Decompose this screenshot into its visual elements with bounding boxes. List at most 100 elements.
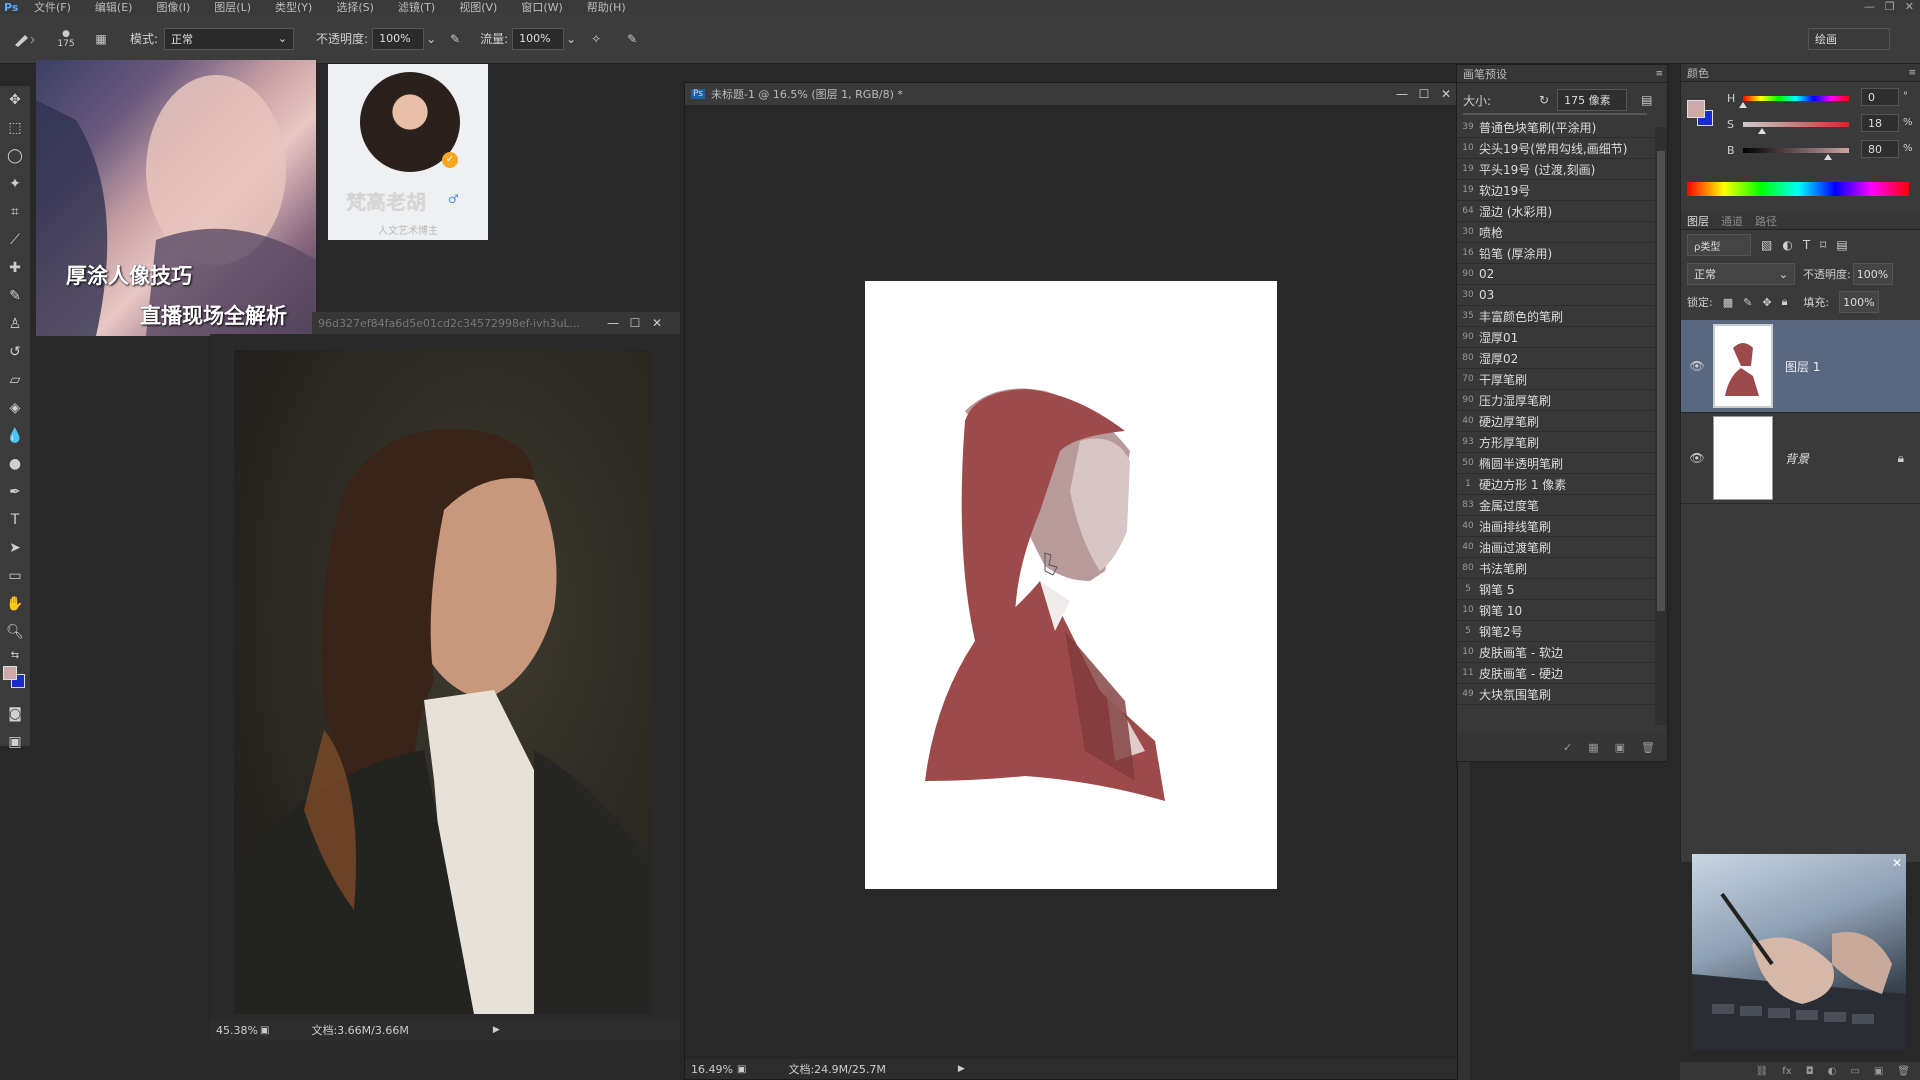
menu-file[interactable]: 文件(F) — [22, 0, 83, 15]
brush-preset-item[interactable]: 80 湿厚02 — [1457, 348, 1667, 369]
eraser-tool-icon[interactable]: ▱ — [0, 366, 30, 394]
brush-preset-item[interactable]: 50 椭圆半透明笔刷 — [1457, 453, 1667, 474]
minimize-app-icon[interactable]: — — [1864, 0, 1875, 13]
brush-preset-item[interactable]: 10 尖头19号(常用勾线,画细节) — [1457, 138, 1667, 159]
brush-preset-item[interactable]: 64 湿边 (水彩用) — [1457, 201, 1667, 222]
hsb-b-input[interactable]: 80 — [1861, 140, 1899, 158]
hsb-h-slider[interactable] — [1739, 96, 1849, 108]
brush-preset-item[interactable]: 40 硬边厚笔刷 — [1457, 411, 1667, 432]
magic-wand-tool-icon[interactable]: ✦ — [0, 170, 30, 198]
menu-view[interactable]: 视图(V) — [447, 0, 509, 15]
canvas-status-icon[interactable]: ▣ — [737, 1064, 746, 1075]
brush-preset-item[interactable]: 40 油画过渡笔刷 — [1457, 537, 1667, 558]
airbrush-icon[interactable]: ✧ — [578, 26, 614, 52]
layer-kind-select[interactable]: ρ类型 — [1687, 234, 1751, 256]
paint-bucket-tool-icon[interactable]: ◈ — [0, 394, 30, 422]
hsb-s-slider[interactable] — [1743, 122, 1849, 134]
canvas-maximize-icon[interactable]: ☐ — [1413, 83, 1435, 105]
flow-input[interactable]: 100% — [512, 27, 565, 50]
foreground-color-swatch[interactable] — [3, 666, 17, 680]
delete-layer-icon[interactable]: 🗑︎ — [1897, 1066, 1910, 1077]
filter-pixel-icon[interactable]: ▧ — [1761, 238, 1772, 252]
filter-shape-icon[interactable]: ⌑ — [1820, 238, 1826, 252]
layer-row-background[interactable]: 👁︎ 背景 🔒︎ — [1681, 412, 1920, 504]
lock-position-icon[interactable]: ✥ — [1762, 296, 1771, 309]
workspace-select[interactable]: 绘画 — [1808, 28, 1890, 50]
brush-preset-item[interactable]: 19 平头19号 (过渡,刻画) — [1457, 159, 1667, 180]
hsb-s-input[interactable]: 18 — [1861, 114, 1899, 132]
brush-size-input[interactable]: 175 像素 — [1557, 89, 1628, 111]
ref-status-arrow-icon[interactable]: ▶ — [493, 1025, 500, 1035]
brush-preset-item[interactable]: 16 铅笔 (厚涂用) — [1457, 243, 1667, 264]
quick-mask-icon[interactable]: ◙ — [0, 700, 30, 728]
brush-panel-options-icon[interactable]: ▤ — [1641, 93, 1652, 107]
lock-pixels-icon[interactable]: ✎ — [1743, 296, 1752, 309]
brush-panel-toggle-icon[interactable]: ▦ — [84, 26, 118, 52]
delete-brush-icon[interactable]: 🗑︎ — [1641, 741, 1655, 754]
pen-tool-icon[interactable]: ✒ — [0, 478, 30, 506]
brush-preset-item[interactable]: 11 皮肤画笔 - 硬边 — [1457, 663, 1667, 684]
lasso-tool-icon[interactable]: ◯ — [0, 142, 30, 170]
path-selection-tool-icon[interactable]: ➤ — [0, 534, 30, 562]
dodge-tool-icon[interactable]: ● — [0, 450, 30, 478]
brush-preset-item[interactable]: 83 金属过度笔 — [1457, 495, 1667, 516]
lock-transparency-icon[interactable]: ▩ — [1723, 296, 1733, 309]
layer-row-layer-1[interactable]: 👁︎ 图层 1 — [1681, 320, 1920, 412]
opacity-input[interactable]: 100% — [372, 27, 425, 50]
brush-preset-item[interactable]: 90 02 — [1457, 264, 1667, 285]
layer-fill-input[interactable]: 100% — [1839, 291, 1880, 313]
menu-window[interactable]: 窗口(W) — [509, 0, 574, 15]
new-group-icon[interactable]: ▭ — [1850, 1066, 1859, 1077]
healing-brush-tool-icon[interactable]: ✚ — [0, 254, 30, 282]
history-brush-tool-icon[interactable]: ↺ — [0, 338, 30, 366]
ref-status-icon[interactable]: ▣ — [260, 1025, 269, 1036]
reset-size-icon[interactable]: ↻ — [1539, 93, 1549, 107]
hsb-h-slider-thumb[interactable] — [1739, 102, 1747, 108]
close-icon[interactable]: ✕ — [646, 312, 668, 334]
mode-select[interactable]: 正常 ⌄ — [164, 27, 295, 50]
tab-layers[interactable]: 图层 — [1687, 213, 1709, 229]
hand-tool-icon[interactable]: ✋ — [0, 590, 30, 618]
brush-preset-item[interactable]: 5 钢笔2号 — [1457, 621, 1667, 642]
opacity-dropdown-icon[interactable]: ⌄ — [424, 26, 438, 52]
new-brush-icon[interactable]: ▣ — [1615, 741, 1625, 754]
link-layers-icon[interactable]: ⛓ — [1756, 1066, 1769, 1077]
brush-preset-item[interactable]: 80 书法笔刷 — [1457, 558, 1667, 579]
menu-edit[interactable]: 编辑(E) — [83, 0, 145, 15]
clone-stamp-tool-icon[interactable]: ♙ — [0, 310, 30, 338]
menu-image[interactable]: 图像(I) — [144, 0, 202, 15]
hsb-h-input[interactable]: 0 — [1861, 88, 1899, 106]
color-panel-foreground-swatch[interactable] — [1687, 100, 1705, 118]
tab-paths[interactable]: 路径 — [1755, 213, 1777, 229]
blur-tool-icon[interactable]: 💧 — [0, 422, 30, 450]
canvas-status-arrow-icon[interactable]: ▶ — [958, 1064, 965, 1074]
screen-mode-icon[interactable]: ▣ — [0, 728, 30, 756]
flow-dropdown-icon[interactable]: ⌄ — [564, 26, 578, 52]
layer-opacity-input[interactable]: 100% — [1852, 263, 1893, 285]
brush-size-picker[interactable]: ● 175 — [48, 26, 84, 52]
close-app-icon[interactable]: ✕ — [1905, 0, 1914, 13]
filter-adjustment-icon[interactable]: ◐ — [1782, 238, 1792, 252]
webcam-close-icon[interactable]: ✕ — [1892, 856, 1902, 870]
pressure-opacity-icon[interactable]: ✎ — [438, 26, 472, 52]
menu-filter[interactable]: 滤镜(T) — [386, 0, 447, 15]
brush-preset-item[interactable]: 40 油画排线笔刷 — [1457, 516, 1667, 537]
adjustment-layer-icon[interactable]: ◐ — [1828, 1066, 1837, 1077]
hsb-b-slider[interactable] — [1743, 148, 1849, 160]
brush-size-slider[interactable] — [1463, 113, 1647, 115]
brush-preset-item[interactable]: 10 钢笔 10 — [1457, 600, 1667, 621]
brush-toggle-icon[interactable]: ✓ — [1563, 741, 1572, 754]
hsb-s-slider-thumb[interactable] — [1758, 128, 1767, 134]
marquee-tool-icon[interactable]: ⬚ — [0, 114, 30, 142]
brush-list-scrollbar[interactable] — [1655, 127, 1667, 725]
menu-layer[interactable]: 图层(L) — [202, 0, 263, 15]
color-panel-menu-icon[interactable]: ≡ — [1908, 68, 1916, 78]
brush-preset-item[interactable]: 5 钢笔 5 — [1457, 579, 1667, 600]
brush-preset-item[interactable]: 10 皮肤画笔 - 软边 — [1457, 642, 1667, 663]
new-layer-icon[interactable]: ▣ — [1874, 1066, 1883, 1077]
layer-style-icon[interactable]: fx — [1782, 1066, 1791, 1077]
maximize-icon[interactable]: ☐ — [624, 312, 646, 334]
zoom-tool-icon[interactable]: 🔍︎ — [0, 618, 30, 646]
filter-smart-icon[interactable]: ▤ — [1836, 238, 1847, 252]
restore-app-icon[interactable]: ❐ — [1885, 0, 1895, 13]
